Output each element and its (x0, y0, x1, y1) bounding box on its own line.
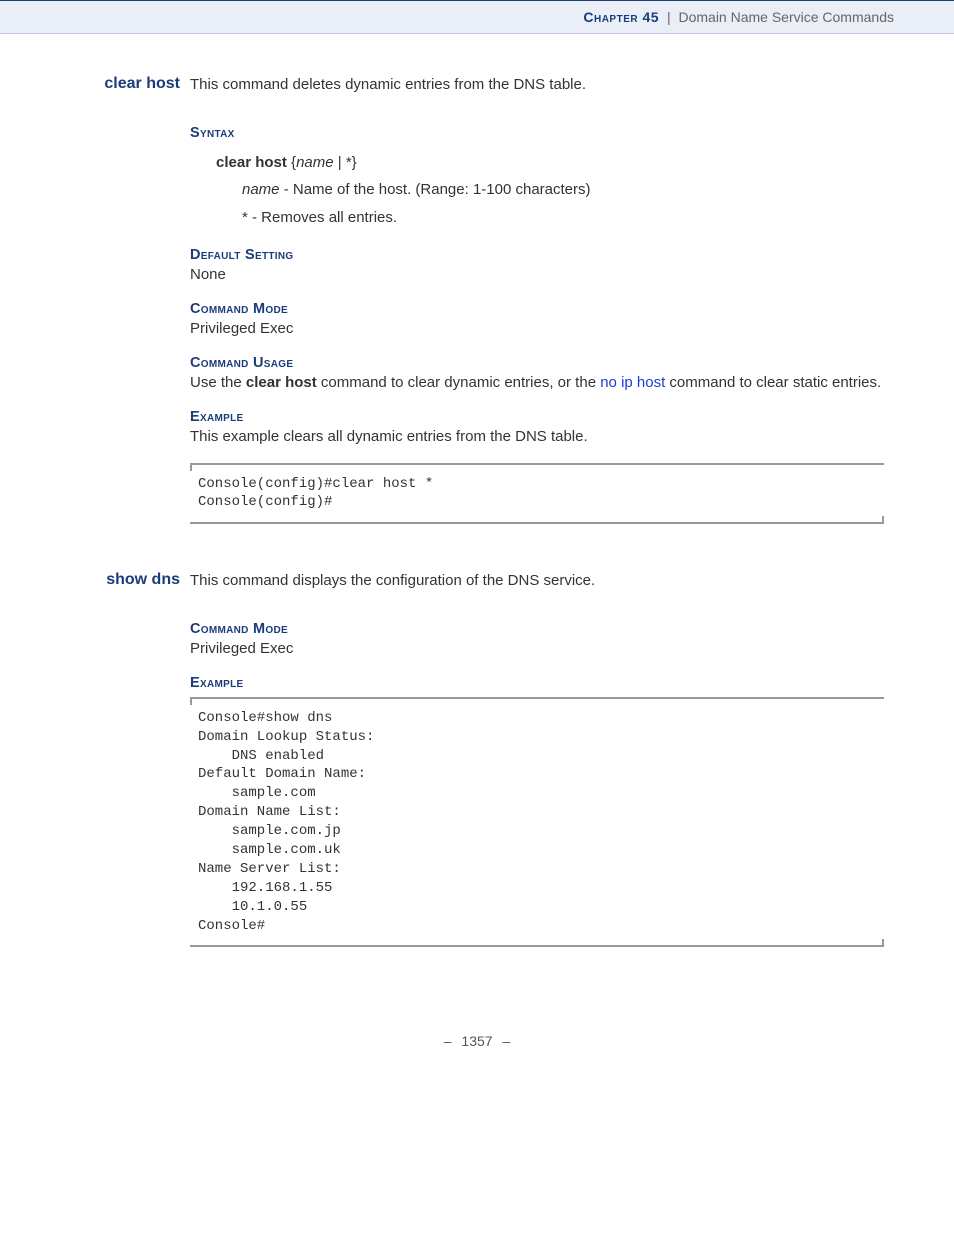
mode-value: Privileged Exec (190, 637, 884, 661)
syntax-line: clear host {name | *} name - Name of the… (216, 149, 884, 233)
default-value: None (190, 263, 884, 287)
command-entry-clear-host: clear host This command deletes dynamic … (70, 74, 884, 530)
page-number: 1357 (461, 1033, 492, 1049)
header-separator: | (667, 9, 671, 25)
default-heading: Default Setting (190, 247, 884, 263)
command-description: This command deletes dynamic entries fro… (190, 74, 884, 97)
command-description: This command displays the configuration … (190, 570, 884, 593)
mode-value: Privileged Exec (190, 317, 884, 341)
example-code: Console#show dns Domain Lookup Status: D… (190, 697, 884, 948)
command-body: This command displays the configuration … (190, 570, 884, 953)
command-name: clear host (70, 74, 190, 93)
page-footer: – 1357 – (0, 993, 954, 1079)
command-name: show dns (70, 570, 190, 589)
syntax-heading: Syntax (190, 125, 884, 141)
syntax-args: {name | *} (291, 154, 357, 171)
command-body: This command deletes dynamic entries fro… (190, 74, 884, 530)
usage-text: Use the clear host command to clear dyna… (190, 371, 884, 395)
chapter-label: Chapter 45 (583, 9, 659, 25)
param-name: name - Name of the host. (Range: 1-100 c… (242, 176, 884, 205)
example-heading: Example (190, 675, 884, 691)
example-code: Console(config)#clear host * Console(con… (190, 463, 884, 525)
header-title: Domain Name Service Commands (678, 9, 894, 25)
syntax-params: name - Name of the host. (Range: 1-100 c… (242, 176, 884, 233)
example-lead: This example clears all dynamic entries … (190, 425, 884, 449)
command-entry-show-dns: show dns This command displays the confi… (70, 570, 884, 953)
syntax-command: clear host (216, 154, 287, 171)
page-header: Chapter 45 | Domain Name Service Command… (0, 0, 954, 34)
param-star: * - Removes all entries. (242, 204, 884, 233)
usage-heading: Command Usage (190, 355, 884, 371)
example-heading: Example (190, 409, 884, 425)
page-content: clear host This command deletes dynamic … (0, 34, 954, 953)
mode-heading: Command Mode (190, 621, 884, 637)
link-no-ip-host[interactable]: no ip host (600, 374, 665, 391)
mode-heading: Command Mode (190, 301, 884, 317)
